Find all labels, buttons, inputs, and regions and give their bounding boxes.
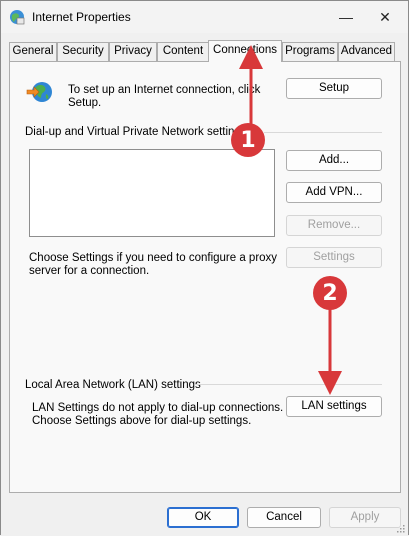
tab-advanced[interactable]: Advanced (338, 42, 395, 61)
globe-connection-icon (26, 82, 52, 102)
connections-listbox[interactable] (29, 149, 275, 237)
minimize-button[interactable]: — (336, 7, 356, 27)
title-bar: Internet Properties — ✕ (1, 1, 408, 33)
tab-security[interactable]: Security (57, 42, 109, 61)
lan-group-divider (195, 384, 382, 385)
lan-group-label: Local Area Network (LAN) settings (25, 379, 201, 391)
tab-privacy[interactable]: Privacy (109, 42, 157, 61)
internet-properties-window: Internet Properties — ✕ General Security… (0, 0, 409, 536)
tab-content[interactable]: Content (157, 42, 209, 61)
setup-instruction-line2: Setup. (68, 97, 102, 109)
lan-info-line1: LAN Settings do not apply to dial-up con… (32, 402, 284, 414)
dialup-group-label: Dial-up and Virtual Private Network sett… (25, 126, 247, 138)
internet-options-icon (10, 10, 25, 25)
dialog-footer: OK Cancel Apply (1, 498, 408, 536)
setup-button[interactable]: Setup (286, 78, 382, 99)
step-1-badge: 1 (231, 123, 265, 157)
step-2-badge: 2 (313, 276, 347, 310)
dialup-group-divider (264, 132, 382, 133)
proxy-instruction-line1: Choose Settings if you need to configure… (29, 252, 278, 264)
window-title: Internet Properties (32, 10, 131, 24)
lan-info-line2: Choose Settings above for dial-up settin… (32, 415, 252, 427)
ok-button[interactable]: OK (167, 507, 239, 528)
add-vpn-button[interactable]: Add VPN... (286, 182, 382, 203)
tab-general[interactable]: General (9, 42, 57, 61)
remove-button[interactable]: Remove... (286, 215, 382, 236)
resize-grip-icon[interactable] (395, 523, 405, 533)
cancel-button[interactable]: Cancel (247, 507, 321, 528)
add-button[interactable]: Add... (286, 150, 382, 171)
settings-button[interactable]: Settings (286, 247, 382, 268)
lan-settings-button[interactable]: LAN settings (286, 396, 382, 417)
apply-button[interactable]: Apply (329, 507, 401, 528)
tab-connections[interactable]: Connections (208, 40, 282, 62)
close-button[interactable]: ✕ (375, 7, 395, 27)
setup-instruction-line1: To set up an Internet connection, click (68, 84, 261, 96)
proxy-instruction-line2: server for a connection. (29, 265, 150, 277)
tab-programs[interactable]: Programs (282, 42, 338, 61)
